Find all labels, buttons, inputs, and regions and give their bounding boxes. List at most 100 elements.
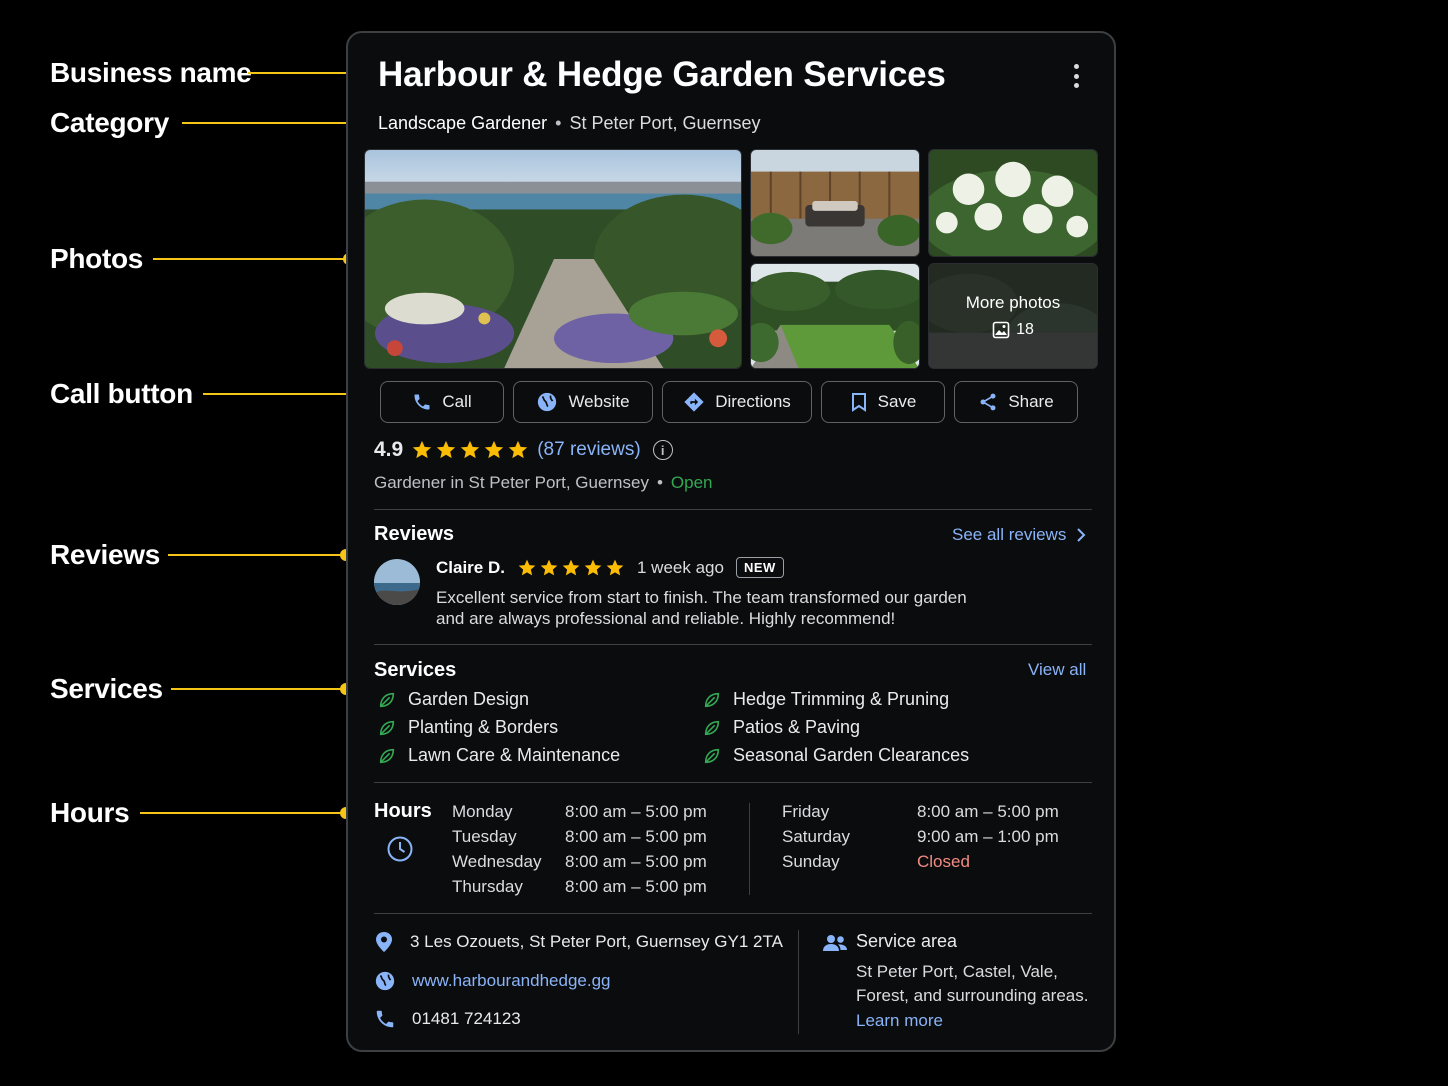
save-label: Save bbox=[877, 392, 917, 411]
photo-more[interactable]: More photos 18 bbox=[928, 263, 1098, 369]
service-area-text: St Peter Port, Castel, Vale, Forest, and… bbox=[856, 962, 1089, 1005]
review-author: Claire D. bbox=[436, 557, 505, 577]
reviews-count-link[interactable]: (87 reviews) bbox=[537, 439, 640, 461]
hours-time-closed: Closed bbox=[917, 852, 970, 871]
service-label: Patios & Paving bbox=[733, 717, 861, 737]
photo-patio[interactable] bbox=[750, 149, 920, 257]
divider bbox=[374, 782, 1092, 783]
reviewer-avatar-photo bbox=[374, 559, 420, 605]
leaf-icon bbox=[379, 692, 395, 707]
hours-day: Monday bbox=[452, 802, 513, 821]
info-icon[interactable]: i bbox=[652, 440, 673, 460]
annotation-line bbox=[140, 812, 348, 814]
location: St Peter Port, Guernsey bbox=[569, 113, 761, 133]
annotation-business-name: Business name bbox=[50, 57, 364, 88]
leaf-icon bbox=[704, 692, 720, 707]
see-all-reviews-label: See all reviews bbox=[952, 525, 1067, 544]
annotation-line bbox=[248, 72, 356, 74]
annotation-label: Category bbox=[50, 107, 169, 138]
star-icon bbox=[562, 559, 580, 575]
service-label: Seasonal Garden Clearances bbox=[733, 745, 970, 765]
annotation-line bbox=[182, 122, 366, 124]
service-item: Garden Design bbox=[378, 689, 529, 710]
patio-photo bbox=[751, 150, 919, 256]
directions-button[interactable]: Directions bbox=[662, 381, 812, 423]
service-label: Garden Design bbox=[408, 689, 530, 709]
service-item: Patios & Paving bbox=[703, 717, 860, 738]
hours-time: 8:00 am – 5:00 pm bbox=[565, 852, 707, 871]
see-all-reviews-link[interactable]: See all reviews bbox=[952, 525, 1086, 545]
star-icon bbox=[461, 440, 480, 459]
service-label: Planting & Borders bbox=[408, 717, 559, 737]
website-row: www.harbourandhedge.gg bbox=[374, 970, 610, 992]
business-type: Gardener in St Peter Port, Guernsey bbox=[374, 473, 649, 492]
divider bbox=[374, 509, 1092, 510]
clock-icon bbox=[387, 836, 413, 862]
contact-divider bbox=[798, 930, 799, 1034]
learn-more-link[interactable]: Learn more bbox=[856, 1011, 943, 1031]
annotation-line bbox=[171, 688, 349, 690]
website-link[interactable]: www.harbourandhedge.gg bbox=[412, 971, 610, 991]
divider bbox=[374, 644, 1092, 645]
globe-icon bbox=[538, 392, 557, 412]
star-icon bbox=[584, 559, 602, 575]
star-icon bbox=[540, 559, 558, 575]
leaf-icon bbox=[704, 748, 720, 763]
annotation-line bbox=[153, 258, 349, 260]
directions-icon bbox=[684, 392, 704, 412]
star-icon bbox=[413, 440, 432, 459]
service-label: Lawn Care & Maintenance bbox=[408, 745, 621, 765]
photo-main[interactable] bbox=[364, 149, 742, 369]
avatar bbox=[374, 559, 420, 605]
star-icon bbox=[518, 559, 536, 575]
review-text: Excellent service from start to finish. … bbox=[436, 588, 967, 628]
hours-day: Tuesday bbox=[452, 827, 517, 846]
service-item: Hedge Trimming & Pruning bbox=[703, 689, 949, 710]
hours-time: 8:00 am – 5:00 pm bbox=[565, 877, 707, 896]
separator-dot: • bbox=[656, 473, 663, 492]
photo-count: 18 bbox=[992, 321, 1034, 339]
view-all-services-link[interactable]: View all bbox=[1028, 660, 1086, 680]
services-heading: Services bbox=[374, 659, 457, 681]
photo-hydrangea[interactable] bbox=[928, 149, 1098, 257]
globe-icon bbox=[375, 971, 395, 991]
leaf-icon bbox=[379, 720, 395, 735]
photo-count-value: 18 bbox=[1016, 321, 1034, 338]
save-button[interactable]: Save bbox=[821, 381, 945, 423]
star-icon bbox=[509, 440, 528, 459]
chevron-right-icon bbox=[1077, 528, 1086, 542]
garden-harbour-photo bbox=[365, 150, 741, 368]
service-item: Seasonal Garden Clearances bbox=[703, 745, 969, 766]
call-button[interactable]: Call bbox=[380, 381, 504, 423]
rating-value: 4.9 bbox=[374, 438, 404, 461]
annotation-label: Hours bbox=[50, 797, 130, 828]
hours-time: 8:00 am – 5:00 pm bbox=[565, 802, 707, 821]
annotation-line bbox=[168, 554, 348, 556]
hours-day: Sunday bbox=[782, 852, 840, 871]
hours-time: 9:00 am – 1:00 pm bbox=[917, 827, 1059, 846]
more-options-icon[interactable] bbox=[1066, 61, 1086, 91]
service-item: Lawn Care & Maintenance bbox=[378, 745, 620, 766]
star-icon bbox=[606, 559, 624, 575]
leaf-icon bbox=[379, 748, 395, 763]
share-icon bbox=[980, 393, 996, 411]
share-label: Share bbox=[1008, 392, 1054, 411]
annotation-label: Services bbox=[50, 673, 163, 704]
location-pin-icon bbox=[376, 932, 392, 952]
business-type-line: Gardener in St Peter Port, Guernsey • Open bbox=[374, 473, 713, 493]
photo-lawn[interactable] bbox=[750, 263, 920, 369]
annotation-hours: Hours bbox=[50, 797, 352, 828]
review-time: 1 week ago bbox=[636, 557, 724, 577]
annotation-category: Category bbox=[50, 107, 372, 138]
leaf-icon bbox=[704, 720, 720, 735]
hours-divider bbox=[749, 803, 750, 895]
phone-icon bbox=[376, 1010, 394, 1028]
phone-number[interactable]: 01481 724123 bbox=[412, 1009, 521, 1029]
hours-day: Friday bbox=[782, 802, 830, 821]
star-icon bbox=[485, 440, 504, 459]
share-button[interactable]: Share bbox=[954, 381, 1078, 423]
hours-day: Saturday bbox=[782, 827, 851, 846]
category-line: Landscape Gardener • St Peter Port, Guerns… bbox=[378, 113, 761, 134]
website-button[interactable]: Website bbox=[513, 381, 653, 423]
hydrangea-photo bbox=[929, 150, 1097, 256]
